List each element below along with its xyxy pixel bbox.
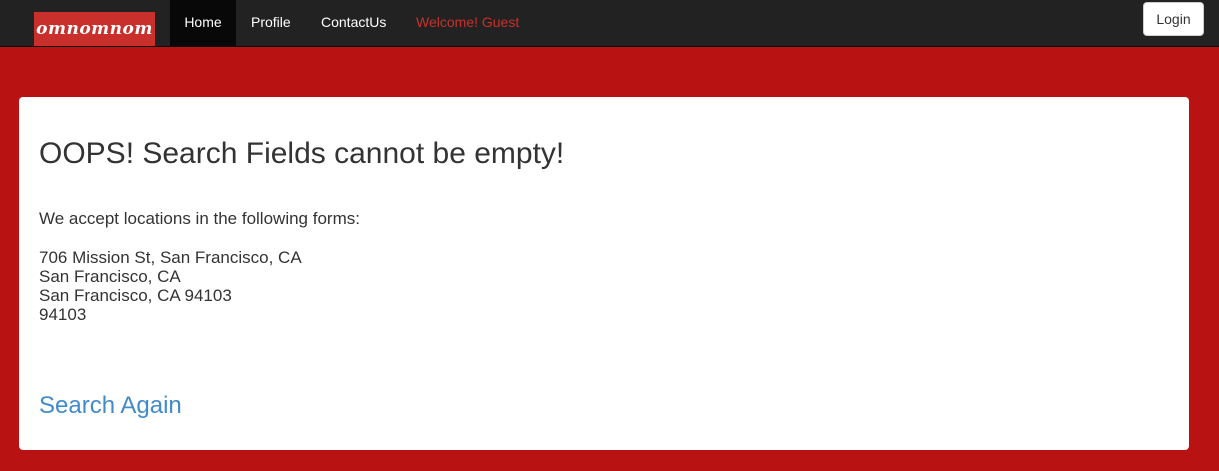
page-title: OOPS! Search Fields cannot be empty! xyxy=(39,137,565,170)
search-again-link[interactable]: Search Again xyxy=(39,391,182,421)
list-item: 706 Mission St, San Francisco, CA xyxy=(39,248,302,267)
list-item: 94103 xyxy=(39,305,87,324)
list-item: San Francisco, CA xyxy=(39,267,181,286)
error-panel: OOPS! Search Fields cannot be empty! We … xyxy=(19,97,1189,450)
location-examples-list: 706 Mission St, San Francisco, CA San Fr… xyxy=(39,248,302,324)
nav-home[interactable]: Home xyxy=(170,0,236,46)
brand-logo[interactable]: omnomnom xyxy=(34,12,155,46)
nav-profile[interactable]: Profile xyxy=(251,0,291,46)
login-button[interactable]: Login xyxy=(1143,2,1204,36)
top-navbar: omnomnom Home Profile ContactUs Welcome!… xyxy=(0,0,1219,47)
intro-text: We accept locations in the following for… xyxy=(39,209,360,228)
list-item: San Francisco, CA 94103 xyxy=(39,286,232,305)
welcome-message: Welcome! Guest xyxy=(416,14,520,30)
nav-contactus[interactable]: ContactUs xyxy=(321,0,386,46)
